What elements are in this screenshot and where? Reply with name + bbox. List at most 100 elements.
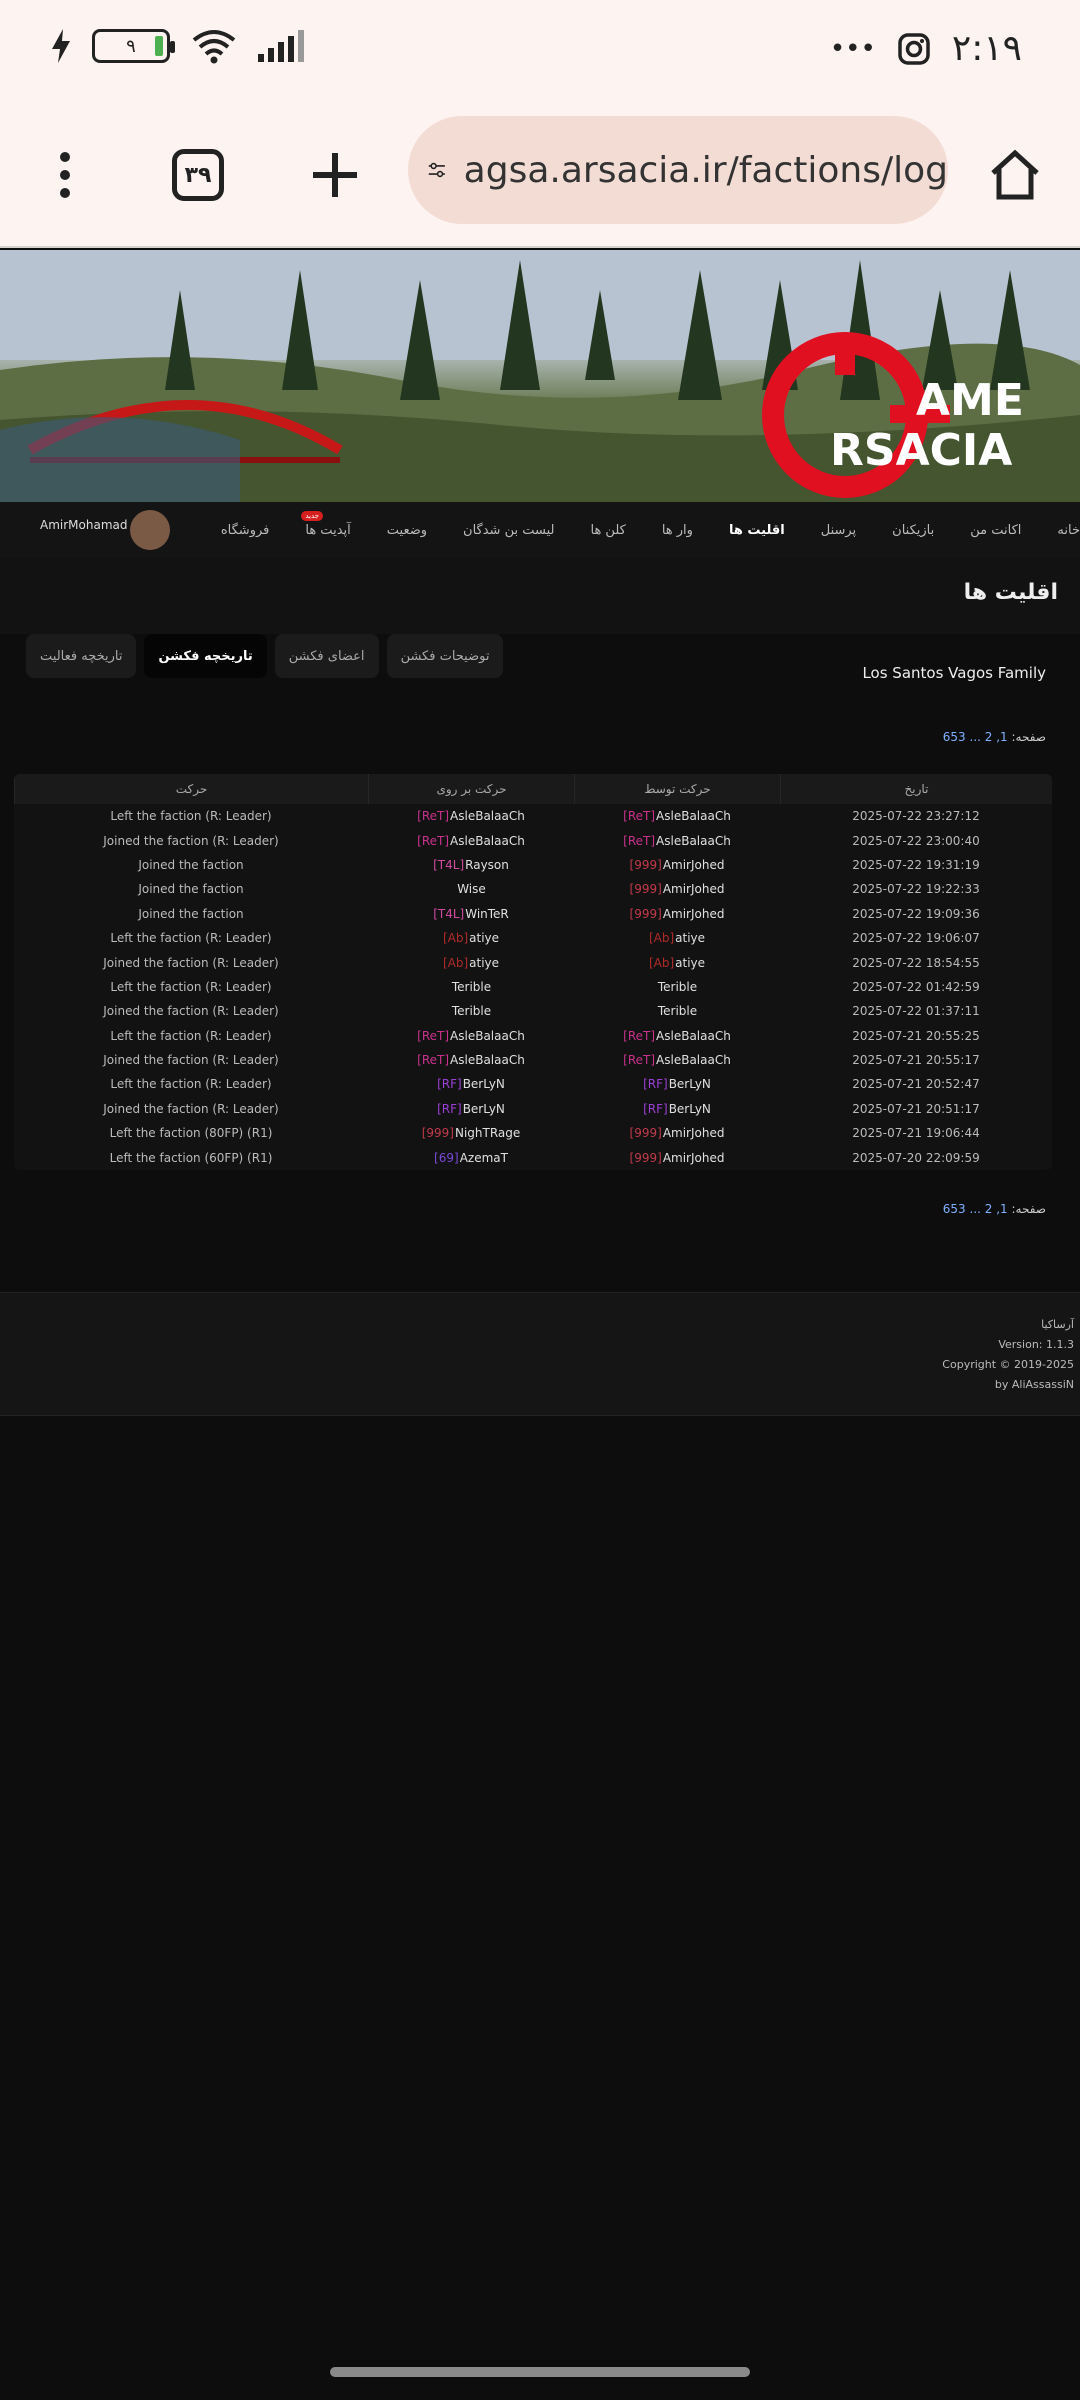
target-player-name[interactable]: Terible <box>452 1004 491 1018</box>
date-cell: 2025-07-21 19:06:44 <box>852 1126 980 1141</box>
target-player-name[interactable]: BerLyN <box>463 1102 505 1116</box>
pager-label: صفحه: <box>1011 730 1046 744</box>
target-player-name[interactable]: AsleBalaaCh <box>450 1029 525 1043</box>
faction-name: Los Santos Vagos Family <box>862 664 1046 682</box>
actor-player-name[interactable]: atiye <box>675 931 705 945</box>
table-row: Joined the faction (R: Leader) [ReT] AsleB… <box>14 1048 1052 1072</box>
tab-activity-history[interactable]: تاریخچه فعالیت <box>26 634 137 678</box>
by-cell: [999] AmirJohed <box>574 1145 780 1169</box>
clock: ۲:۱۹ <box>951 28 1022 69</box>
target-player-name[interactable]: BerLyN <box>463 1077 505 1091</box>
nav-item-wars[interactable]: وار ها <box>662 523 693 538</box>
site-logo[interactable]: AME RSACIA <box>740 325 1070 500</box>
action-cell: Joined the faction (R: Leader) <box>103 1004 279 1019</box>
pager-pages[interactable]: 1, 2 ... 653 <box>943 1202 1008 1216</box>
avatar[interactable] <box>130 510 170 550</box>
target-cell: [T4L] WinTeR <box>368 902 574 926</box>
table-row: Joined the faction (R: Leader) [ReT] AsleB… <box>14 828 1052 852</box>
page-title: اقلیت ها <box>963 580 1058 605</box>
actor-clan-tag: [ReT] <box>623 1028 656 1043</box>
by-cell: [999] AmirJohed <box>574 902 780 926</box>
target-player-name[interactable]: atiye <box>469 956 499 970</box>
actor-clan-tag: [RF] <box>643 1101 668 1116</box>
status-bar: ۹ ••• ۲:۱۹ <box>0 0 1080 100</box>
tab-faction-history[interactable]: تاریخچه فکشن <box>144 634 267 678</box>
address-bar[interactable]: agsa.arsacia.ir/factions/log <box>408 116 948 224</box>
tab-count: ۳۹ <box>172 149 224 201</box>
target-player-name[interactable]: AzemaT <box>460 1151 508 1165</box>
new-tab-button[interactable] <box>300 140 370 210</box>
browser-toolbar: ۳۹ agsa.arsacia.ir/factions/log <box>0 100 1080 248</box>
target-cell: [Ab] atiye <box>368 926 574 950</box>
target-cell: Terible <box>368 999 574 1023</box>
gesture-bar[interactable] <box>330 2367 750 2377</box>
pager-pages[interactable]: 1, 2 ... 653 <box>943 730 1008 744</box>
actor-player-name[interactable]: AsleBalaaCh <box>656 809 731 823</box>
date-cell: 2025-07-21 20:52:47 <box>852 1077 980 1092</box>
target-player-name[interactable]: atiye <box>469 931 499 945</box>
actor-player-name[interactable]: Terible <box>658 980 697 994</box>
target-player-name[interactable]: AsleBalaaCh <box>450 809 525 823</box>
nav-item-status[interactable]: وضعیت <box>387 523 427 538</box>
table-row: Joined the faction [T4L] WinTeR [999] AmirJo… <box>14 902 1052 926</box>
actor-player-name[interactable]: BerLyN <box>669 1102 711 1116</box>
actor-player-name[interactable]: Terible <box>658 1004 697 1018</box>
target-clan-tag: [ReT] <box>417 1053 450 1068</box>
home-icon <box>991 149 1039 200</box>
action-cell: Joined the faction <box>138 906 244 921</box>
actor-player-name[interactable]: AsleBalaaCh <box>656 834 731 848</box>
target-clan-tag: [ReT] <box>417 833 450 848</box>
actor-player-name[interactable]: AmirJohed <box>663 1151 725 1165</box>
nav-item-clans[interactable]: کلن ها <box>590 523 625 538</box>
actor-clan-tag: [999] <box>629 857 662 872</box>
by-cell: Terible <box>574 999 780 1023</box>
action-cell: Joined the faction <box>138 857 244 872</box>
new-badge: جدید <box>301 510 323 521</box>
table-body: Left the faction (R: Leader) [ReT] AsleBal… <box>14 804 1052 1170</box>
site-settings-icon[interactable] <box>428 150 446 190</box>
tab-faction-description[interactable]: توضیحات فکشن <box>386 634 504 678</box>
target-clan-tag: [Ab] <box>442 931 469 946</box>
actor-player-name[interactable]: AmirJohed <box>663 882 725 896</box>
target-player-name[interactable]: WinTeR <box>465 907 509 921</box>
site-footer: آرساکیا Version: 1.1.3 Copyright © 2019-… <box>0 1292 1080 1416</box>
target-player-name[interactable]: Wise <box>457 882 486 896</box>
target-player-name[interactable]: AsleBalaaCh <box>450 1053 525 1067</box>
actor-player-name[interactable]: AsleBalaaCh <box>656 1029 731 1043</box>
actor-player-name[interactable]: atiye <box>675 956 705 970</box>
target-player-name[interactable]: NighTRage <box>455 1126 520 1140</box>
nav-item-ban-list[interactable]: لیست بن شدگان <box>463 523 554 538</box>
actor-clan-tag: [Ab] <box>648 955 675 970</box>
user-name[interactable]: AmirMohamad <box>40 518 127 532</box>
pager-label: صفحه: <box>1011 1202 1046 1216</box>
target-player-name[interactable]: AsleBalaaCh <box>450 834 525 848</box>
target-player-name[interactable]: Terible <box>452 980 491 994</box>
actor-player-name[interactable]: AmirJohed <box>663 858 725 872</box>
action-cell: Joined the faction <box>138 882 244 897</box>
actor-player-name[interactable]: AmirJohed <box>663 907 725 921</box>
instagram-icon <box>898 32 930 65</box>
menu-button[interactable] <box>30 140 100 210</box>
nav-item-home[interactable]: خانه <box>1057 523 1080 538</box>
actor-player-name[interactable]: BerLyN <box>669 1077 711 1091</box>
column-header-by: حرکت توسط <box>574 774 780 804</box>
nav-item-players[interactable]: بازیکنان <box>892 523 934 538</box>
actor-clan-tag: [ReT] <box>623 833 656 848</box>
action-cell: Joined the faction (R: Leader) <box>103 833 279 848</box>
table-row: Joined the faction (R: Leader) [Ab] atiye[… <box>14 950 1052 974</box>
tab-faction-members[interactable]: اعضای فکشن <box>274 634 379 678</box>
action-cell: Left the faction (60FP) (R1) <box>109 1150 273 1165</box>
nav-item-staff[interactable]: پرسنل <box>821 523 856 538</box>
target-clan-tag: [999] <box>421 1126 454 1141</box>
nav-item-updates[interactable]: آپدیت ها جدید <box>301 510 351 538</box>
nav-item-shop[interactable]: فروشگاه <box>221 523 270 538</box>
status-right: ••• ۲:۱۹ <box>830 28 1022 69</box>
actor-player-name[interactable]: AmirJohed <box>663 1126 725 1140</box>
tab-switcher-button[interactable]: ۳۹ <box>163 140 233 210</box>
target-cell: [Ab] atiye <box>368 950 574 974</box>
target-player-name[interactable]: Rayson <box>465 858 509 872</box>
nav-item-my-account[interactable]: اکانت من <box>970 523 1021 538</box>
nav-item-factions[interactable]: اقلیت ها <box>729 523 785 538</box>
actor-player-name[interactable]: AsleBalaaCh <box>656 1053 731 1067</box>
home-button[interactable] <box>980 140 1050 210</box>
